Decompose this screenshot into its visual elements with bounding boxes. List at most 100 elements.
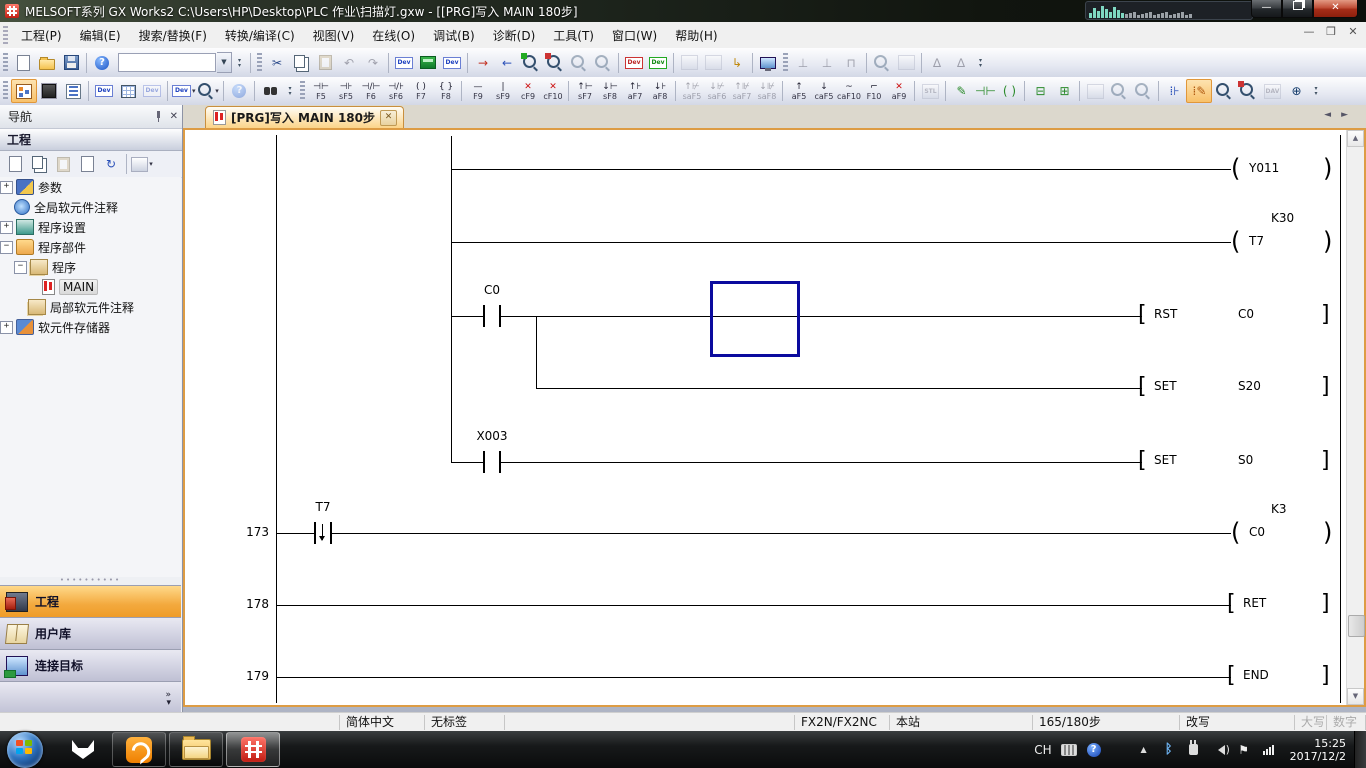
instruction-mnemonic[interactable]: END [1243,668,1269,682]
read-mode-button[interactable] [1212,80,1236,102]
new-data-button[interactable] [3,153,27,175]
coil-label[interactable]: C0 [1249,525,1265,539]
contact-label[interactable]: T7 [288,500,358,514]
tree-item-main[interactable]: MAIN [0,277,181,297]
menu-item[interactable]: 工具(T) [544,23,603,48]
tree-expander-icon[interactable]: − [14,261,27,274]
instruction-mnemonic[interactable]: SET [1154,379,1177,393]
line-delete-button[interactable]: ✕aF9 [886,79,911,103]
coil-button[interactable]: ( )F7 [408,79,433,103]
menu-item[interactable]: 编辑(E) [71,23,130,48]
device-display-screen-button[interactable] [416,52,440,74]
vertical-line-button[interactable]: |sF9 [490,79,515,103]
menu-item[interactable]: 转换/编译(C) [216,23,304,48]
jump-cross-reference-button[interactable]: ↳ [725,52,749,74]
power-icon[interactable] [1186,742,1202,758]
vertical-scrollbar[interactable]: ▲ ▼ [1346,130,1364,705]
parallel-open-contact-button[interactable]: ⊣⊦sF5 [333,79,358,103]
scroll-down-button[interactable]: ▼ [1347,688,1364,705]
toolbar-grip[interactable] [300,81,305,101]
parallel-closed-contact-button[interactable]: ⊣/⊦sF6 [383,79,408,103]
combo-dropdown-button[interactable]: ▼ [217,52,232,73]
scroll-up-button[interactable]: ▲ [1347,130,1364,147]
tree-item-全局软元件注释[interactable]: 全局软元件注释 [0,197,181,217]
statement-edit-button[interactable]: ⊟ [1028,80,1052,102]
nav-button-project[interactable]: 工程 [0,585,181,617]
contact-label[interactable]: X003 [457,429,527,443]
menu-item[interactable]: 搜索/替换(F) [130,23,216,48]
parallel-rising-pulse-button[interactable]: ↑⊦aF7 [622,79,647,103]
sort-filter-button[interactable]: ▾ [130,153,154,175]
instruction-operand[interactable]: C0 [1238,307,1254,321]
taskbar-button-windows-explorer[interactable] [169,732,223,767]
mdi-restore-button[interactable]: ❒ [1324,25,1338,38]
device-batch-monitor-button[interactable] [116,80,140,102]
device-comment-list-button[interactable]: Dev [92,80,116,102]
tab-close-icon[interactable]: ✕ [380,110,397,126]
instruction-mnemonic[interactable]: RET [1243,596,1266,610]
note-edit-button[interactable]: ⊞ [1052,80,1076,102]
toolbar-grip[interactable] [257,53,262,73]
device-read-button[interactable]: Dev [646,52,670,74]
toolbar-grip[interactable] [3,53,8,73]
clock[interactable]: 15:252017/12/2 [1290,737,1346,763]
zoom-button[interactable]: ⊕ [1284,80,1308,102]
tree-item-程序部件[interactable]: −程序部件 [0,237,181,257]
device-test-button[interactable]: ▾ [196,80,220,102]
coil-label[interactable]: Y011 [1249,161,1279,175]
panel-close-icon[interactable]: ✕ [170,111,178,122]
taskbar-button-foobar2000[interactable] [57,733,109,766]
pin-icon[interactable] [153,111,164,122]
copy-button[interactable] [289,52,313,74]
rising-pulse-button[interactable]: ↑⊢sF7 [572,79,597,103]
horizontal-line-button[interactable]: —F9 [465,79,490,103]
parallel-falling-pulse-button[interactable]: ↓⊦aF8 [647,79,672,103]
taskbar-button-uc-browser[interactable] [112,732,166,767]
restore-button[interactable] [1282,0,1313,18]
tab-scroll-right-icon[interactable]: ► [1341,110,1348,120]
start-button[interactable] [7,732,43,768]
volume-icon[interactable] [1211,742,1227,758]
nav-button-connection[interactable]: 连接目标 [0,649,181,681]
toolbar-grip[interactable] [783,53,788,73]
delete-horizontal-line-button[interactable]: ✕cF9 [515,79,540,103]
flag-icon[interactable]: ⚑ [1236,742,1252,758]
tree-item-局部软元件注释[interactable]: 局部软元件注释 [0,297,181,317]
data-property-button[interactable] [75,153,99,175]
tree-item-软元件存储器[interactable]: +软元件存储器 [0,317,181,337]
menu-item[interactable]: 帮助(H) [666,23,726,48]
close-button[interactable]: ✕ [1313,0,1358,18]
cut-button[interactable]: ✂ [265,52,289,74]
refresh-view-button[interactable]: ↻ [99,153,123,175]
contact-label[interactable]: C0 [457,283,527,297]
outline-window-button[interactable] [61,80,85,102]
minimize-button[interactable]: — [1251,0,1282,18]
menu-item[interactable]: 工程(P) [12,23,71,48]
toolbar-overflow-button[interactable]: ▾▾ [975,52,986,74]
show-desktop-button[interactable] [1354,731,1366,768]
tree-expander-icon[interactable]: + [0,221,13,234]
monitor-write-mode-button[interactable] [1236,80,1260,102]
find-replace-button[interactable] [258,80,282,102]
device-write-button[interactable]: Dev [622,52,646,74]
write-mode-button[interactable]: ⁞✎ [1186,79,1212,103]
tree-item-程序设置[interactable]: +程序设置 [0,217,181,237]
network-icon[interactable] [1261,742,1277,758]
nav-button-user-library[interactable]: 用户库 [0,617,181,649]
menu-item[interactable]: 调试(B) [424,23,484,48]
application-instruction-button[interactable]: { }F8 [433,79,458,103]
tree-expander-icon[interactable]: + [0,181,13,194]
save-project-button[interactable] [59,52,83,74]
result-falling-pulse-button[interactable]: ↓caF5 [811,79,836,103]
help-button[interactable]: ? [90,52,114,74]
device-hw-search-button[interactable]: Dev [440,52,464,74]
device-combo-input[interactable] [118,53,216,72]
wiring-display-button[interactable]: ⁞⊦ [1162,80,1186,102]
ladder-canvas[interactable]: C0X003T7(Y011)(T7)K30(C0)K3[RSTC0][SETS2… [185,130,1342,705]
tab-scroll-left-icon[interactable]: ◄ [1324,110,1331,120]
falling-pulse-button[interactable]: ↓⊢sF8 [597,79,622,103]
scrollbar-thumb[interactable] [1348,615,1365,637]
delete-vertical-line-button[interactable]: ✕cF10 [540,79,565,103]
instruction-mnemonic[interactable]: RST [1154,307,1177,321]
menu-item[interactable]: 诊断(D) [484,23,545,48]
